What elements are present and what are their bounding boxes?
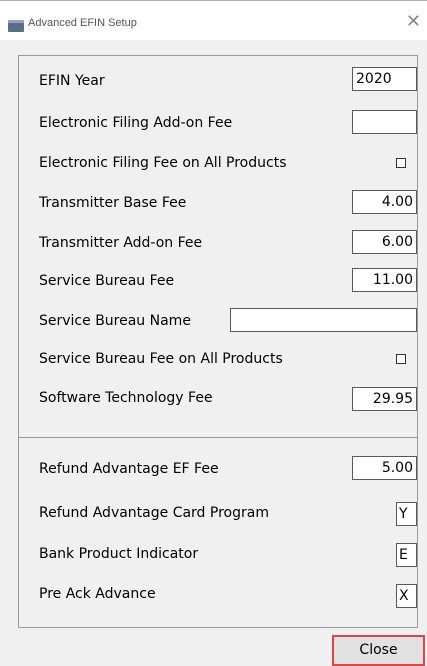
ef-fee-all-products-checkbox[interactable] [396, 158, 406, 168]
transmitter-addon-fee-label: Transmitter Add-on Fee [39, 235, 203, 251]
dialog-body: EFIN Year 2020 Electronic Filing Add-on … [0, 40, 427, 666]
pre-ack-advance-input[interactable]: X [396, 584, 417, 608]
software-tech-fee-row: Software Technology Fee 29.95 [19, 384, 417, 412]
close-button[interactable]: Close [332, 635, 425, 666]
ef-fee-all-products-label: Electronic Filing Fee on All Products [39, 155, 287, 171]
service-bureau-name-input[interactable] [230, 308, 417, 332]
transmitter-addon-fee-input[interactable]: 6.00 [352, 230, 417, 254]
fee-settings-panel: EFIN Year 2020 Electronic Filing Add-on … [18, 55, 418, 438]
window-title: Advanced EFIN Setup [28, 17, 137, 29]
software-tech-fee-input[interactable]: 29.95 [352, 387, 417, 411]
bank-product-indicator-row: Bank Product Indicator E [19, 540, 417, 568]
bank-product-indicator-input[interactable]: E [396, 543, 417, 567]
sb-fee-all-products-row: Service Bureau Fee on All Products [19, 345, 417, 373]
refund-adv-ef-fee-label: Refund Advantage EF Fee [39, 461, 219, 477]
refund-adv-ef-fee-row: Refund Advantage EF Fee 5.00 [19, 455, 417, 483]
title-bar: Advanced EFIN Setup ✕ [0, 0, 427, 40]
bank-product-indicator-label: Bank Product Indicator [39, 546, 199, 562]
efin-year-input[interactable]: 2020 [352, 67, 417, 91]
window-icon [8, 20, 24, 32]
sb-fee-all-products-label: Service Bureau Fee on All Products [39, 351, 283, 367]
ef-fee-all-products-row: Electronic Filing Fee on All Products [19, 149, 417, 177]
transmitter-addon-fee-row: Transmitter Add-on Fee 6.00 [19, 229, 417, 257]
transmitter-base-fee-row: Transmitter Base Fee 4.00 [19, 189, 417, 217]
software-tech-fee-label: Software Technology Fee [39, 390, 213, 406]
sb-fee-all-products-checkbox[interactable] [396, 354, 406, 364]
refund-advantage-panel: Refund Advantage EF Fee 5.00 Refund Adva… [18, 437, 418, 628]
refund-adv-ef-fee-input[interactable]: 5.00 [352, 456, 417, 480]
ef-addon-fee-label: Electronic Filing Add-on Fee [39, 115, 233, 131]
service-bureau-fee-label: Service Bureau Fee [39, 273, 175, 289]
refund-adv-card-label: Refund Advantage Card Program [39, 505, 269, 521]
service-bureau-name-label: Service Bureau Name [39, 313, 191, 329]
service-bureau-fee-row: Service Bureau Fee 11.00 [19, 267, 417, 295]
efin-year-label: EFIN Year [39, 73, 105, 89]
pre-ack-advance-label: Pre Ack Advance [39, 586, 156, 602]
refund-adv-card-input[interactable]: Y [396, 502, 417, 526]
service-bureau-name-row: Service Bureau Name [19, 307, 417, 335]
transmitter-base-fee-input[interactable]: 4.00 [352, 190, 417, 214]
service-bureau-fee-input[interactable]: 11.00 [352, 268, 417, 292]
transmitter-base-fee-label: Transmitter Base Fee [39, 195, 187, 211]
window-close-icon[interactable]: ✕ [406, 12, 421, 32]
pre-ack-advance-row: Pre Ack Advance X [19, 580, 417, 608]
ef-addon-fee-row: Electronic Filing Add-on Fee [19, 109, 417, 137]
refund-adv-card-row: Refund Advantage Card Program Y [19, 499, 417, 527]
efin-year-row: EFIN Year 2020 [19, 67, 417, 95]
ef-addon-fee-input[interactable] [352, 110, 417, 134]
